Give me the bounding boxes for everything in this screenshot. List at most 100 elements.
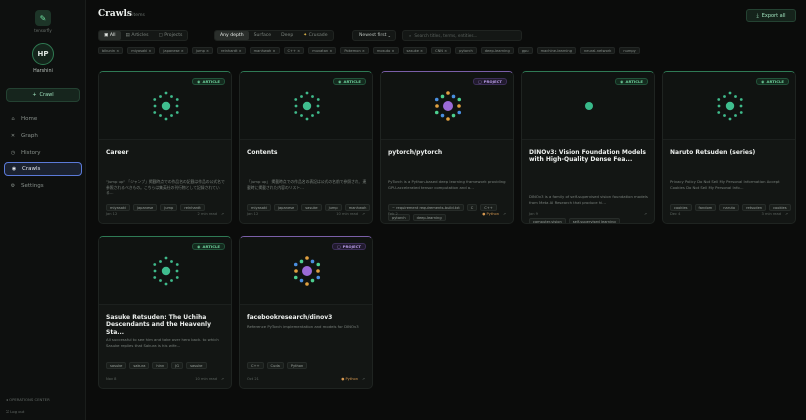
card-tag[interactable]: miyasaki <box>247 204 271 211</box>
card-tag[interactable]: retsuden <box>742 204 767 211</box>
card-tag[interactable]: jump <box>160 204 178 211</box>
username: Harshini <box>33 69 53 74</box>
depth-surface[interactable]: Surface <box>249 31 277 40</box>
open-icon[interactable]: ↗ <box>221 377 224 381</box>
article-icon: ◉ <box>338 79 342 84</box>
card-tag[interactable]: C++ <box>247 362 264 369</box>
tag-chip[interactable]: miyasaki × <box>127 47 156 54</box>
open-icon[interactable]: ↗ <box>362 212 365 216</box>
crawl-card[interactable]: ▢ PROJECT facebookresearch/dinov3 Reference… <box>239 236 373 389</box>
card-tag[interactable]: sasuke <box>301 204 322 211</box>
card-tag[interactable]: fandom <box>694 204 717 211</box>
crawl-card[interactable]: ▢ PROJECT pytorch/pytorch PyTorch is a Pyth… <box>380 71 514 224</box>
sort-select[interactable]: Newest first ⌄ <box>352 30 396 41</box>
nav-crawls[interactable]: ◉ Crawls <box>4 162 82 176</box>
card-title[interactable]: DINOv3: Vision Foundation Models with Hi… <box>529 149 649 164</box>
footer-link[interactable]: ◂ OPERATIONS CENTER <box>6 397 50 402</box>
card-tag[interactable]: japanese <box>132 204 158 211</box>
nav-home[interactable]: ⌂ Home <box>4 112 82 126</box>
type-badge: ◉ ARTICLE <box>756 78 789 85</box>
card-tag[interactable]: miyasaki <box>106 204 130 211</box>
tag-chip[interactable]: mosuto × <box>372 47 399 54</box>
open-icon[interactable]: ↗ <box>503 212 506 216</box>
tag-chip[interactable]: machine-learning <box>536 47 576 54</box>
nav-settings[interactable]: ⚙ Settings <box>4 179 82 193</box>
card-title[interactable]: facebookresearch/dinov3 <box>247 314 367 321</box>
filter-all[interactable]: ▣ All <box>99 31 121 40</box>
card-tag[interactable]: C <box>466 204 478 211</box>
tag-chip[interactable]: muvatan × <box>308 47 337 54</box>
tag-chip[interactable]: japanese × <box>159 47 188 54</box>
card-footer: Jan 12 2 min read ↗ <box>106 211 224 217</box>
graph-node <box>446 117 450 121</box>
tag-chip[interactable]: neural-network <box>579 47 616 54</box>
tag-chip[interactable]: Pokemon × <box>340 47 369 54</box>
open-icon[interactable]: ↗ <box>221 212 224 216</box>
card-tag[interactable]: Cuda <box>266 362 284 369</box>
card-tag[interactable]: computer-vision <box>529 218 566 223</box>
avatar[interactable]: HP <box>32 43 54 65</box>
tag-chip[interactable]: sasuke × <box>402 47 428 54</box>
card-tag[interactable]: ~ requirement requirements-build.txt <box>388 204 464 211</box>
crawl-card[interactable]: ◉ ARTICLE Career "Jump up" 「ジャンプ」掲載時点での作品名の… <box>98 71 232 224</box>
graph-node <box>728 91 732 95</box>
card-tag[interactable]: sasuke <box>106 362 127 369</box>
graph-node <box>451 113 456 118</box>
tag-chip[interactable]: bikunin × <box>98 47 124 54</box>
card-tag[interactable]: C++ <box>480 204 497 211</box>
tag-chip[interactable]: C++ × <box>283 47 305 54</box>
open-icon[interactable]: ↗ <box>362 377 365 381</box>
card-tag[interactable]: naruto <box>719 204 740 211</box>
card-tag[interactable]: manhwah <box>344 204 371 211</box>
depth-crusade[interactable]: ✦ Crusade <box>298 31 332 40</box>
tag-chip[interactable]: numpy <box>619 47 640 54</box>
tag-chip[interactable]: CNN × <box>431 47 452 54</box>
export-all-button[interactable]: ⤓ Export all <box>746 9 796 22</box>
crawl-card[interactable]: ◉ ARTICLE Contents 「jump up」 掲載時点での作品名の表記は公… <box>239 71 373 224</box>
card-title[interactable]: Contents <box>247 149 367 156</box>
card-tag[interactable]: reinhardt <box>180 204 205 211</box>
open-icon[interactable]: ↗ <box>785 212 788 216</box>
card-tag[interactable]: japanese <box>273 204 299 211</box>
tag-chip[interactable]: reinhardt × <box>217 47 246 54</box>
card-tag[interactable]: sasuke <box>186 362 207 369</box>
card-description: Reference PyTorch implementation and mod… <box>247 324 359 329</box>
graph-node <box>153 269 157 273</box>
nav-graph[interactable]: ✕ Graph <box>4 129 82 143</box>
graph-node <box>725 101 735 111</box>
filter-articles[interactable]: ▤ Articles <box>121 31 154 40</box>
graph-node <box>294 104 298 108</box>
card-tag[interactable]: JG <box>171 362 184 369</box>
tag-chip[interactable]: gpu <box>517 47 533 54</box>
card-tag[interactable]: sakura <box>129 362 150 369</box>
search-input[interactable]: ⌕ Search titles, terms, entities... <box>402 30 522 41</box>
card-title[interactable]: Naruto Retsuden (series) <box>670 149 790 156</box>
brand-logo-icon[interactable]: ✎ <box>35 10 51 26</box>
graph-node <box>316 275 321 280</box>
filter-projects[interactable]: ▢ Projects <box>153 31 187 40</box>
depth-any[interactable]: Any depth <box>215 31 249 40</box>
nav-history[interactable]: ◷ History <box>4 146 82 160</box>
card-tag[interactable]: cookies <box>670 204 692 211</box>
card-tag[interactable]: hinn <box>152 362 169 369</box>
card-date: Jan 12 <box>247 212 259 216</box>
card-tag[interactable]: jump <box>324 204 342 211</box>
card-title[interactable]: Career <box>106 149 226 156</box>
crawl-card[interactable]: ◉ ARTICLE DINOv3: Vision Foundation Models… <box>521 71 655 224</box>
history-icon: ◷ <box>10 150 16 156</box>
card-title[interactable]: Sasuke Retsuden: The Uchiha Descendants … <box>106 314 226 336</box>
logout-button[interactable]: ⎋ Log out <box>6 409 24 414</box>
card-tag[interactable]: self-supervised learning <box>568 218 620 223</box>
open-icon[interactable]: ↗ <box>644 212 647 216</box>
crawl-card[interactable]: ◉ ARTICLE Sasuke Retsuden: The Uchiha Desc… <box>98 236 232 389</box>
depth-deep[interactable]: Deep <box>276 31 298 40</box>
tag-chip[interactable]: manhwah × <box>249 47 280 54</box>
tag-chip[interactable]: jump × <box>191 47 214 54</box>
tag-chip[interactable]: pytorch <box>455 47 477 54</box>
new-crawl-button[interactable]: + Crawl <box>6 88 80 102</box>
tag-chip[interactable]: deep-learning <box>480 47 514 54</box>
card-tag[interactable]: cookies <box>769 204 791 211</box>
crawl-card[interactable]: ◉ ARTICLE Naruto Retsuden (series) Privacy … <box>662 71 796 224</box>
card-title[interactable]: pytorch/pytorch <box>388 149 508 156</box>
card-tag[interactable]: Python <box>286 362 308 369</box>
